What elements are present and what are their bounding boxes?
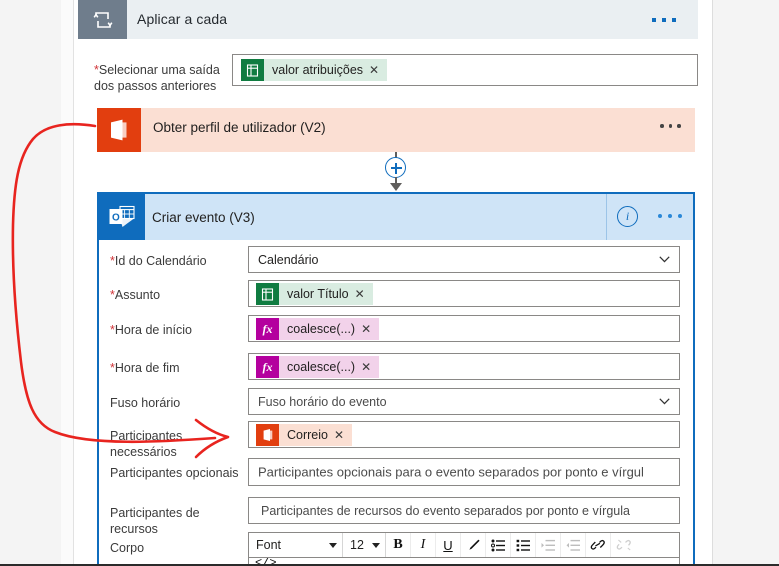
planner-icon (241, 59, 264, 81)
token-coalesce-end[interactable]: fx coalesce(...) ✕ (256, 356, 380, 378)
token-label: coalesce(...) (287, 360, 356, 374)
token-correio[interactable]: Correio ✕ (256, 424, 353, 446)
outlook-calendar-icon: O (99, 194, 145, 240)
resource-attendees-label: Participantes de recursos (110, 506, 200, 536)
start-time-field[interactable]: fx coalesce(...) ✕ (248, 315, 680, 342)
create-event-title: Criar evento (V3) (152, 210, 255, 225)
bold-icon[interactable]: B (386, 533, 411, 557)
office365-users-icon (97, 108, 141, 152)
decrease-indent-icon[interactable] (561, 533, 586, 557)
token-label: valor atribuições (272, 63, 364, 77)
select-output-field[interactable]: valor atribuições ✕ (232, 54, 698, 86)
underline-icon[interactable]: U (436, 533, 461, 557)
optional-attendees-placeholder: Participantes opcionais para o evento se… (258, 464, 644, 480)
planner-icon (256, 283, 279, 305)
chevron-down-icon (659, 397, 670, 405)
token-label: coalesce(...) (287, 322, 356, 336)
start-time-label: *Hora de início (110, 323, 192, 337)
token-valor-atribuicoes[interactable]: valor atribuições ✕ (241, 59, 388, 81)
richtext-toolbar[interactable]: Font 12 B I U (248, 532, 680, 558)
font-name-select[interactable]: Font (249, 533, 343, 557)
function-fx-icon: fx (256, 356, 279, 378)
token-coalesce-start[interactable]: fx coalesce(...) ✕ (256, 318, 380, 340)
resource-attendees-input[interactable]: Participantes de recursos do evento sepa… (248, 497, 680, 524)
font-size-select[interactable]: 12 (343, 533, 386, 557)
apply-to-each-title: Aplicar a cada (137, 11, 228, 27)
add-step-icon[interactable] (385, 157, 406, 178)
apply-to-each-overflow-menu[interactable] (652, 14, 686, 26)
get-user-profile-title: Obter perfil de utilizador (V2) (153, 120, 326, 135)
header-divider (606, 194, 607, 240)
required-attendees-field[interactable]: Correio ✕ (248, 421, 680, 448)
select-output-label: *Selecionar uma saída dos passos anterio… (94, 63, 220, 93)
token-remove-icon[interactable]: ✕ (361, 323, 379, 335)
bulleted-list-icon[interactable] (486, 533, 511, 557)
screen-root: Aplicar a cada *Selecionar uma saída dos… (0, 0, 779, 566)
numbered-list-icon[interactable] (511, 533, 536, 557)
left-gutter (0, 0, 61, 566)
subject-label: *Assunto (110, 288, 161, 302)
info-icon[interactable]: i (617, 206, 638, 227)
chevron-down-icon (329, 542, 337, 548)
timezone-select[interactable]: Fuso horário do evento (248, 388, 680, 415)
chevron-down-icon (659, 255, 670, 263)
timezone-label: Fuso horário (110, 396, 181, 410)
token-remove-icon[interactable]: ✕ (369, 64, 387, 76)
insert-link-icon[interactable] (586, 533, 611, 557)
required-attendees-label: Participantes necessários (110, 429, 183, 459)
end-time-label: *Hora de fim (110, 361, 180, 375)
token-remove-icon[interactable]: ✕ (355, 288, 373, 300)
calendar-id-value: Calendário (258, 252, 319, 267)
loop-repeat-icon (78, 0, 127, 39)
canvas-margin (61, 0, 74, 566)
token-remove-icon[interactable]: ✕ (361, 361, 379, 373)
resource-attendees-placeholder: Participantes de recursos do evento sepa… (261, 503, 630, 518)
font-size-value: 12 (350, 538, 364, 552)
remove-link-icon[interactable] (611, 533, 636, 557)
chevron-down-icon (372, 542, 380, 548)
token-remove-icon[interactable]: ✕ (334, 429, 352, 441)
calendar-id-label: *Id do Calendário (110, 254, 207, 268)
subject-field[interactable]: valor Título ✕ (248, 280, 680, 307)
text-color-pen-icon[interactable] (461, 533, 486, 557)
token-label: Correio (287, 428, 328, 442)
function-fx-icon: fx (256, 318, 279, 340)
office365-users-icon (256, 424, 279, 446)
increase-indent-icon[interactable] (536, 533, 561, 557)
end-time-field[interactable]: fx coalesce(...) ✕ (248, 353, 680, 380)
timezone-value: Fuso horário do evento (258, 394, 387, 409)
optional-attendees-label: Participantes opcionais (110, 466, 239, 480)
token-label: valor Título (287, 287, 349, 301)
get-user-profile-overflow-menu[interactable] (660, 124, 681, 128)
svg-text:O: O (112, 213, 120, 224)
optional-attendees-input[interactable]: Participantes opcionais para o evento se… (248, 458, 680, 486)
create-event-overflow-menu[interactable] (658, 214, 682, 218)
italic-icon[interactable]: I (411, 533, 436, 557)
body-label: Corpo (110, 541, 145, 555)
font-name-value: Font (256, 538, 282, 552)
connector-arrowhead-icon (390, 183, 402, 191)
calendar-id-select[interactable]: Calendário (248, 246, 680, 273)
token-valor-titulo[interactable]: valor Título ✕ (256, 283, 373, 305)
right-gutter (712, 0, 779, 566)
